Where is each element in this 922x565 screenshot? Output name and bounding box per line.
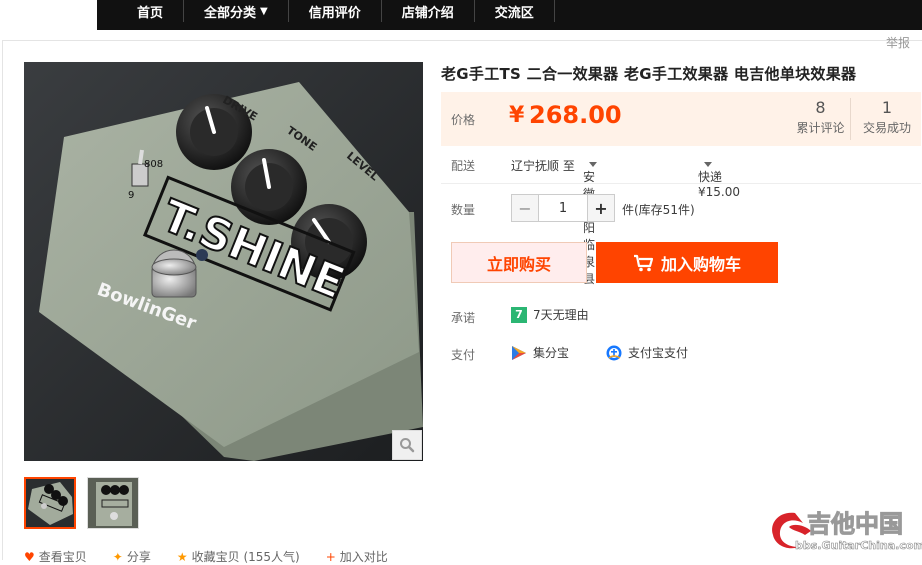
seven-day-icon: 7 [511, 306, 527, 323]
shipping-from: 辽宁抚顺 至 [511, 159, 575, 173]
reviews-stat[interactable]: 8 累计评论 [791, 98, 851, 140]
thumbnail-1[interactable] [24, 477, 76, 529]
decrease-button[interactable]: − [511, 194, 539, 222]
add-to-cart-label: 加入购物车 [660, 254, 741, 274]
guitarchina-logo-icon: 吉他中国 bbs.GuitarChina.com [772, 510, 922, 552]
zoom-button[interactable] [392, 430, 422, 460]
reviews-label: 累计评论 [796, 121, 845, 135]
watermark-url: bbs.GuitarChina.com [795, 539, 922, 552]
switch-label-808: 808 [144, 159, 163, 170]
alipay-icon [606, 345, 622, 360]
payment-method-label: 支付宝支付 [628, 346, 689, 360]
nav-label: 交流区 [494, 5, 534, 21]
nav-label: 全部分类 [204, 5, 257, 21]
buy-now-button[interactable]: 立即购买 [451, 242, 587, 283]
deals-stat: 1 交易成功 [859, 98, 915, 136]
magnifier-icon [400, 438, 415, 453]
stock-text: 件(库存51件) [622, 203, 695, 217]
promise-item[interactable]: 7 7天无理由 [511, 306, 589, 323]
top-nav: 首页 全部分类 ▼ 信用评价 店铺介绍 交流区 [97, 0, 922, 30]
shipping-row: 配送 辽宁抚顺 至 安徽阜阳临泉县 快递 ¥15.00 [441, 146, 921, 286]
promise-text: 7天无理由 [533, 308, 589, 322]
promise-label: 承诺 [451, 311, 476, 325]
payment-alipay[interactable]: 支付宝支付 [606, 344, 688, 361]
payment-label: 支付 [451, 348, 476, 362]
price-box: 价格 ¥ 268.00 8 累计评论 1 交易成功 [441, 92, 921, 146]
payment-jifenbao[interactable]: 集分宝 [511, 344, 569, 361]
shipping-destination-select[interactable]: 安徽阜阳临泉县 [583, 157, 597, 286]
deals-count: 1 [881, 98, 893, 117]
product-main-image[interactable]: DRIVE TONE LEVEL T.SHINE 808 9 BowlinGer [24, 62, 423, 461]
shipping-method-select[interactable]: 快递 ¥15.00 [698, 157, 740, 199]
nav-item-home[interactable]: 首页 [97, 0, 185, 22]
switch-label-9: 9 [128, 190, 134, 201]
reviews-count: 8 [815, 98, 826, 117]
nav-item-credit[interactable]: 信用评价 [289, 0, 382, 22]
jifenbao-icon [512, 345, 526, 360]
nav-item-forum[interactable]: 交流区 [475, 0, 555, 22]
report-link[interactable]: 举报 [886, 34, 910, 51]
currency-symbol: ¥ [509, 103, 525, 128]
nav-label: 首页 [137, 5, 164, 21]
thumbnail-2[interactable] [87, 477, 139, 529]
nav-item-all-categories[interactable]: 全部分类 ▼ [184, 0, 289, 22]
add-to-cart-button[interactable]: 加入购物车 [596, 242, 778, 283]
quantity-label: 数量 [451, 203, 476, 217]
shipping-label: 配送 [451, 159, 476, 173]
quantity-input[interactable] [539, 194, 587, 222]
nav-label: 信用评价 [308, 5, 361, 21]
price-label: 价格 [451, 113, 476, 127]
method-text: 快递 ¥15.00 [698, 170, 740, 199]
quantity-stepper: − + [511, 194, 615, 222]
product-title: 老G手工TS 二合一效果器 老G手工效果器 电吉他单块效果器 [441, 65, 857, 83]
nav-label: 店铺介绍 [401, 5, 454, 21]
thumbnail-image [26, 479, 74, 527]
cart-icon [633, 254, 653, 271]
chevron-down-icon [589, 162, 597, 167]
chevron-down-icon [704, 162, 712, 167]
guitarchina-watermark: 吉他中国 bbs.GuitarChina.com [765, 505, 922, 560]
watermark-name: 吉他中国 [807, 510, 903, 538]
payment-method-label: 集分宝 [533, 346, 570, 360]
increase-button[interactable]: + [587, 194, 615, 222]
pedal-illustration: DRIVE TONE LEVEL T.SHINE 808 9 BowlinGer [24, 62, 423, 461]
nav-item-shop-intro[interactable]: 店铺介绍 [382, 0, 475, 22]
caret-down-icon: ▼ [260, 5, 268, 17]
deals-label: 交易成功 [862, 121, 911, 135]
thumbnail-image [88, 478, 138, 528]
price-value: 268.00 [529, 101, 622, 129]
